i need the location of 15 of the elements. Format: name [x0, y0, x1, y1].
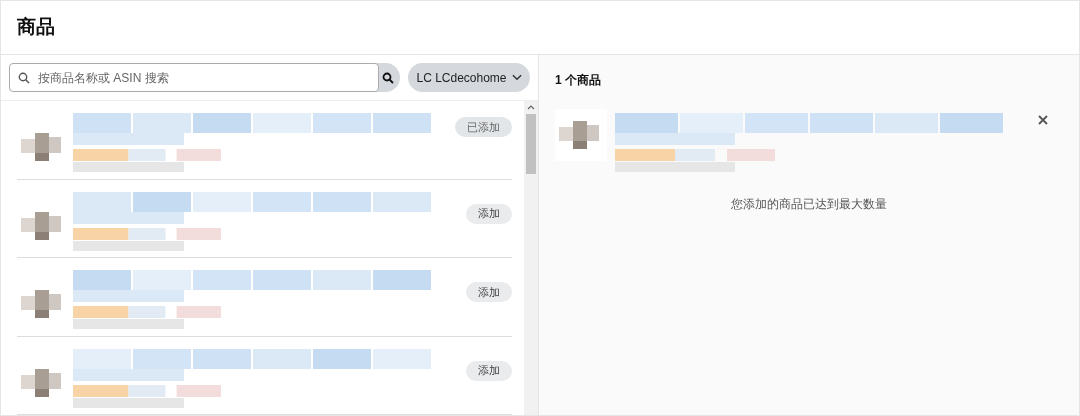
- selected-count: 1 个商品: [555, 72, 602, 89]
- page-title: 商品: [17, 15, 55, 40]
- add-button[interactable]: 添加: [466, 282, 512, 302]
- store-dropdown[interactable]: LC LCdecohome: [408, 63, 530, 92]
- search-icon: [381, 71, 394, 84]
- add-button[interactable]: 添加: [466, 203, 512, 224]
- scrollbar-thumb[interactable]: [526, 114, 536, 174]
- search-icon: [18, 72, 30, 84]
- search-field[interactable]: 按商品名称或 ASIN 搜索: [9, 63, 379, 92]
- close-button[interactable]: [1037, 113, 1051, 127]
- add-button[interactable]: 添加: [466, 360, 512, 381]
- chevron-down-icon: [512, 74, 522, 81]
- scroll-up-icon[interactable]: [527, 105, 535, 110]
- max-items-notice: 您添加的商品已达到最大数量: [730, 196, 888, 213]
- add-button[interactable]: 已添加: [455, 117, 512, 137]
